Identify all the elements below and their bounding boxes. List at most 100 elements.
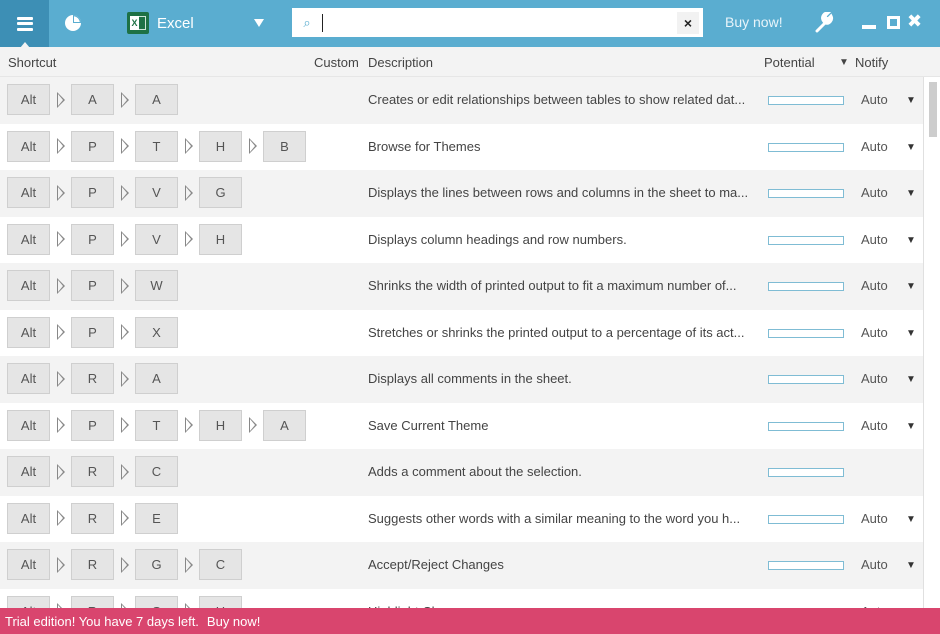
then-arrow-icon (114, 270, 135, 301)
key-cap: H (199, 595, 242, 608)
column-custom[interactable]: Custom (314, 55, 359, 70)
key-cap: E (135, 502, 178, 534)
chevron-down-icon[interactable]: ▼ (906, 142, 916, 153)
app-selector[interactable]: X Excel (127, 11, 272, 35)
key-cap: V (135, 177, 178, 208)
shortcut-row[interactable]: Alt P T H A Save Current Theme Auto ▼ (0, 402, 923, 449)
key-cap: H (199, 223, 242, 255)
then-arrow-icon (50, 317, 71, 348)
then-arrow-icon (178, 177, 199, 208)
key-cap: P (71, 409, 114, 441)
column-shortcut[interactable]: Shortcut (8, 55, 56, 70)
pie-chart-icon[interactable] (64, 14, 82, 32)
then-arrow-icon (50, 503, 71, 534)
shortcut-row[interactable]: Alt P W Shrinks the width of printed output… (0, 263, 923, 310)
key-cap: A (135, 84, 178, 115)
shortcut-description: Stretches or shrinks the printed output … (368, 324, 745, 340)
key-cap: Alt (7, 316, 50, 348)
scrollbar-thumb[interactable] (929, 82, 937, 137)
notify-dropdown[interactable]: Auto (861, 185, 888, 200)
maximize-button[interactable] (887, 16, 900, 29)
key-cap: Alt (7, 595, 50, 608)
chevron-down-icon[interactable]: ▼ (906, 421, 916, 432)
chevron-down-icon[interactable]: ▼ (906, 281, 916, 292)
close-button[interactable]: ✖ (907, 11, 922, 32)
key-sequence: Alt P V G (7, 177, 242, 208)
then-arrow-icon (50, 596, 71, 608)
column-notify[interactable]: Notify (855, 55, 888, 70)
key-cap: P (71, 130, 114, 162)
then-arrow-icon (50, 363, 71, 394)
shortcut-row[interactable]: AltRGHHighlight ChangesAuto▼ (0, 588, 923, 608)
key-sequence: Alt R G C (7, 549, 242, 580)
clear-search-button[interactable]: × (677, 11, 699, 34)
chevron-down-icon[interactable]: ▼ (906, 560, 916, 571)
key-sequence: Alt P V H (7, 223, 242, 255)
search-input[interactable] (322, 13, 677, 32)
then-arrow-icon (114, 456, 135, 487)
column-potential[interactable]: Potential (764, 55, 815, 70)
shortcut-row[interactable]: Alt P V G Displays the lines between rows an… (0, 170, 923, 217)
then-arrow-icon (50, 270, 71, 301)
minimize-button[interactable] (862, 25, 876, 29)
notify-dropdown[interactable]: Auto (861, 325, 888, 340)
key-sequence: Alt P T H B (7, 130, 306, 162)
key-sequence: Alt P W (7, 270, 178, 301)
potential-bar (768, 235, 844, 245)
key-cap: Alt (7, 84, 50, 115)
key-cap: T (135, 409, 178, 441)
shortcut-row[interactable]: Alt P T H B Browse for Themes Auto ▼ (0, 123, 923, 170)
key-cap: Alt (7, 456, 50, 487)
then-arrow-icon (242, 410, 263, 441)
key-cap: P (71, 177, 114, 208)
then-arrow-icon (50, 84, 71, 115)
shortcut-row[interactable]: Alt R G C Accept/Reject Changes Auto ▼ (0, 542, 923, 589)
then-arrow-icon (242, 131, 263, 162)
then-arrow-icon (114, 177, 135, 208)
shortcut-row[interactable]: Alt R C Adds a comment about the selection. (0, 449, 923, 496)
then-arrow-icon (178, 596, 199, 608)
shortcut-description: Browse for Themes (368, 138, 481, 154)
wrench-icon[interactable] (814, 12, 834, 34)
then-arrow-icon (114, 131, 135, 162)
chevron-down-icon[interactable]: ▼ (906, 95, 916, 106)
shortcut-row[interactable]: Alt R E Suggests other words with a similar… (0, 495, 923, 542)
key-sequence: Alt R G H (7, 595, 242, 608)
vertical-scrollbar[interactable] (923, 77, 940, 608)
key-cap: G (135, 549, 178, 580)
buy-now-link[interactable]: Buy now! (725, 14, 783, 30)
trial-buy-now-link[interactable]: Buy now! (207, 614, 260, 629)
key-cap: T (135, 130, 178, 162)
shortcut-description: Creates or edit relationships between ta… (368, 92, 746, 107)
chevron-down-icon[interactable]: ▼ (906, 328, 916, 339)
notify-dropdown[interactable]: Auto (861, 371, 888, 386)
shortcut-row[interactable]: Alt P X Stretches or shrinks the printed ou… (0, 309, 923, 356)
then-arrow-icon (114, 410, 135, 441)
notify-dropdown[interactable]: Auto (861, 418, 888, 433)
notify-dropdown[interactable]: Auto (861, 139, 888, 154)
shortcut-description: Displays column headings and row numbers… (368, 231, 627, 247)
then-arrow-icon (114, 317, 135, 348)
then-arrow-icon (178, 224, 199, 255)
key-sequence: Alt P X (7, 316, 178, 348)
then-arrow-icon (50, 456, 71, 487)
notify-dropdown[interactable]: Auto (861, 92, 888, 107)
chevron-down-icon[interactable]: ▼ (906, 188, 916, 199)
notify-dropdown[interactable]: Auto (861, 278, 888, 293)
notify-dropdown[interactable]: Auto (861, 511, 888, 526)
shortcut-row[interactable]: Alt R A Displays all comments in the sheet.… (0, 356, 923, 403)
chevron-down-icon[interactable]: ▼ (906, 514, 916, 525)
potential-bar (768, 561, 844, 570)
menu-button[interactable] (0, 0, 49, 48)
shortcut-row[interactable]: Alt P V H Displays column headings and row n… (0, 216, 923, 263)
app-name: Excel (157, 14, 194, 32)
key-cap: Alt (7, 270, 50, 301)
notify-dropdown[interactable]: Auto (861, 232, 888, 247)
notify-dropdown[interactable]: Auto (861, 557, 888, 572)
shortcut-row[interactable]: Alt A A Creates or edit relationships betwe… (0, 77, 923, 124)
column-description[interactable]: Description (368, 55, 433, 70)
chevron-down-icon[interactable]: ▼ (906, 374, 916, 385)
key-cap: P (71, 316, 114, 348)
chevron-down-icon[interactable]: ▼ (906, 235, 916, 246)
then-arrow-icon (114, 549, 135, 580)
